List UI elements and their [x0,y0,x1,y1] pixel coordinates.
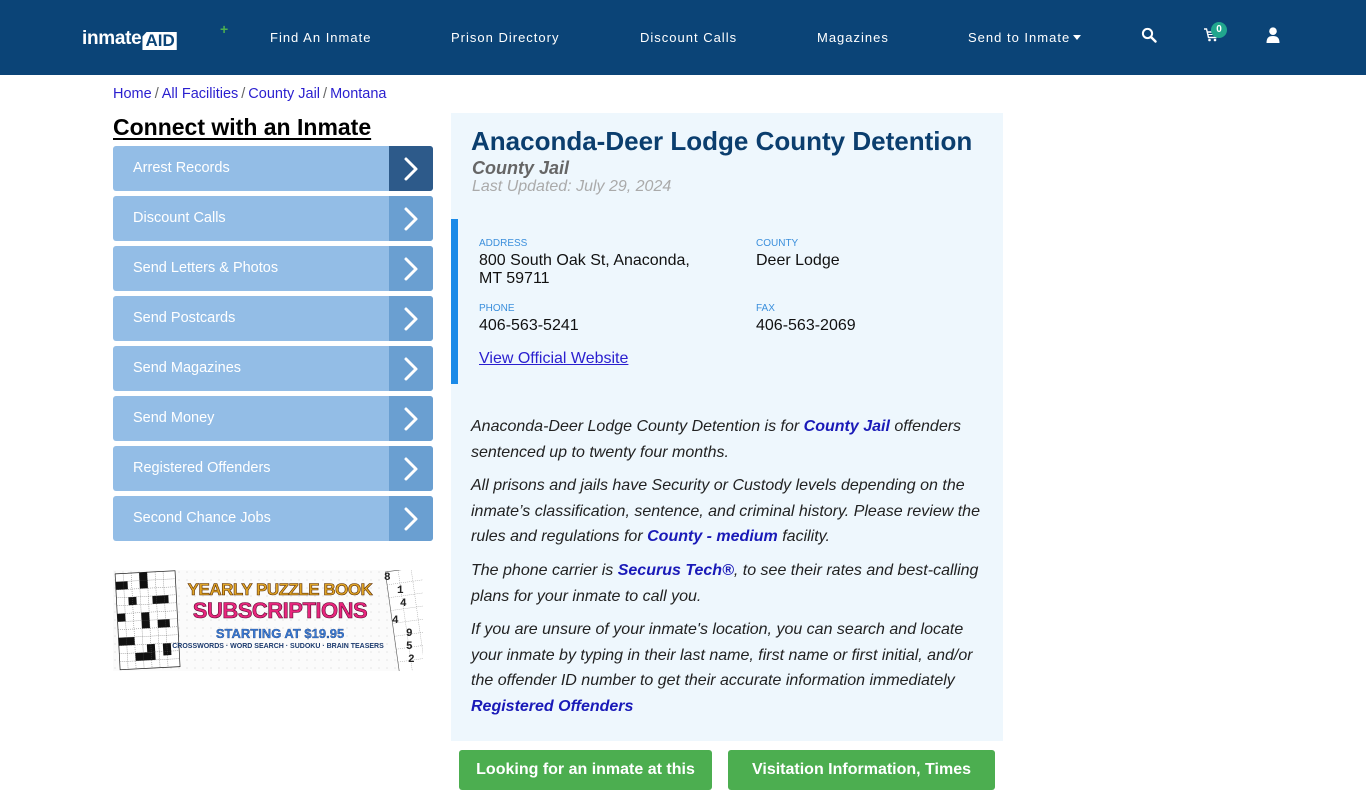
text: facility. [777,528,830,545]
caret-down-icon [1073,35,1082,40]
description-paragraph-4: If you are unsure of your inmate's locat… [471,617,986,719]
view-official-website-link[interactable]: View Official Website [479,350,628,368]
search-icon[interactable] [1141,27,1159,45]
sidebar-menu: Arrest Records Discount Calls Send Lette… [113,146,433,546]
breadcrumb: Home / All Facilities / County Jail / Montana [113,86,387,102]
chevron-right-icon [389,446,433,491]
sidebar-item-label: Send Letters & Photos [133,260,279,276]
county-label: COUNTY [756,238,799,249]
address-line2: MT 59711 [479,270,550,287]
nav-discount-calls[interactable]: Discount Calls [640,30,737,45]
breadcrumb-county-jail[interactable]: County Jail [248,86,320,102]
sudoku-digit: 4 [392,615,399,627]
sidebar-item-label: Arrest Records [133,160,230,176]
county-medium-link[interactable]: County - medium [647,528,778,545]
chevron-right-icon [389,146,433,191]
sudoku-digit: 8 [384,572,391,584]
cart-count-badge: 0 [1211,22,1227,38]
description-paragraph-2: All prisons and jails have Security or C… [471,473,986,550]
nav-find-an-inmate[interactable]: Find An Inmate [270,30,371,45]
nav-send-to-inmate-label: Send to Inmate [968,30,1071,45]
ad-price: STARTING AT $19.95 [215,626,345,641]
logo[interactable]: inmate AID + [82,21,228,50]
sidebar-item-send-letters-photos[interactable]: Send Letters & Photos [113,246,433,291]
sudoku-digit: 9 [406,628,413,640]
fax-label: FAX [756,303,775,314]
sidebar-item-label: Send Postcards [133,310,236,326]
chevron-right-icon [389,196,433,241]
breadcrumb-all-facilities[interactable]: All Facilities [162,86,239,102]
facility-name: Anaconda-Deer Lodge County Detention [471,126,973,156]
county-jail-link[interactable]: County Jail [804,418,890,435]
sidebar-item-label: Send Money [133,410,215,426]
visitation-information-button[interactable]: Visitation Information, Times [728,750,995,790]
looking-for-inmate-button[interactable]: Looking for an inmate at this [459,750,712,790]
chevron-right-icon [389,296,433,341]
chevron-right-icon [389,246,433,291]
fax-value: 406-563-2069 [756,317,856,334]
facility-panel: Anaconda-Deer Lodge County Detention Cou… [451,113,1003,741]
sidebar-item-send-money[interactable]: Send Money [113,396,433,441]
breadcrumb-montana[interactable]: Montana [330,86,386,102]
sudoku-digit: 4 [400,598,407,610]
sidebar-title: Connect with an Inmate [113,114,372,140]
ad-headline: YEARLY PUZZLE BOOK [187,580,373,600]
address-line1: 800 South Oak St, Anaconda, [479,252,690,269]
logo-text-inmate: inmate [82,28,142,49]
description-paragraph-3: The phone carrier is Securus Tech®, to s… [471,558,986,609]
county-value: Deer Lodge [756,252,840,269]
phone-label: PHONE [479,303,515,314]
navbar: inmate AID + Find An Inmate Prison Direc… [0,0,1366,75]
facility-info-box: ADDRESS 800 South Oak St, Anaconda, MT 5… [451,219,1003,384]
user-icon[interactable] [1266,27,1284,45]
puzzle-book-ad-banner[interactable]: 8 1 4 4 9 5 2 YEARLY PUZZLE BOOK SUBSCRI… [113,570,423,671]
securus-tech-link[interactable]: Securus Tech® [618,562,734,579]
sudoku-digits: 8 1 4 4 9 5 2 [380,572,420,667]
sidebar-item-label: Registered Offenders [133,460,271,476]
nav-prison-directory[interactable]: Prison Directory [451,30,559,45]
text: The phone carrier is [471,562,618,579]
chevron-right-icon [389,496,433,541]
registered-offenders-link[interactable]: Registered Offenders [471,698,633,715]
ad-categories: CROSSWORDS · WORD SEARCH · SUDOKU · BRAI… [172,643,384,650]
sidebar-item-label: Send Magazines [133,360,242,376]
sidebar-item-label: Discount Calls [133,210,226,226]
sidebar-item-second-chance-jobs[interactable]: Second Chance Jobs [113,496,433,541]
chevron-right-icon [389,346,433,391]
sidebar-item-send-magazines[interactable]: Send Magazines [113,346,433,391]
text: Anaconda-Deer Lodge County Detention is … [471,418,804,435]
breadcrumb-separator: / [154,86,159,102]
sidebar-item-label: Second Chance Jobs [133,510,271,526]
sidebar-item-registered-offenders[interactable]: Registered Offenders [113,446,433,491]
text: If you are unsure of your inmate's locat… [471,621,973,689]
ad-subheadline: SUBSCRIPTIONS [192,598,368,624]
address-label: ADDRESS [479,238,528,249]
sudoku-digit: 2 [408,654,415,666]
breadcrumb-separator: / [241,86,246,102]
sidebar-item-send-postcards[interactable]: Send Postcards [113,296,433,341]
sudoku-digit: 5 [406,641,413,653]
facility-type: County Jail [472,158,570,178]
logo-text-aid: AID [142,32,177,50]
sidebar-item-discount-calls[interactable]: Discount Calls [113,196,433,241]
chevron-right-icon [389,396,433,441]
breadcrumb-home[interactable]: Home [113,86,152,102]
nav-send-to-inmate[interactable]: Send to Inmate [968,30,1082,45]
breadcrumb-separator: / [323,86,328,102]
sidebar-item-arrest-records[interactable]: Arrest Records [113,146,433,191]
sudoku-digit: 1 [397,585,404,597]
phone-value: 406-563-5241 [479,317,579,334]
description-paragraph-1: Anaconda-Deer Lodge County Detention is … [471,414,986,465]
logo-plus-icon: + [220,21,229,37]
last-updated: Last Updated: July 29, 2024 [472,178,672,195]
nav-magazines[interactable]: Magazines [817,30,889,45]
